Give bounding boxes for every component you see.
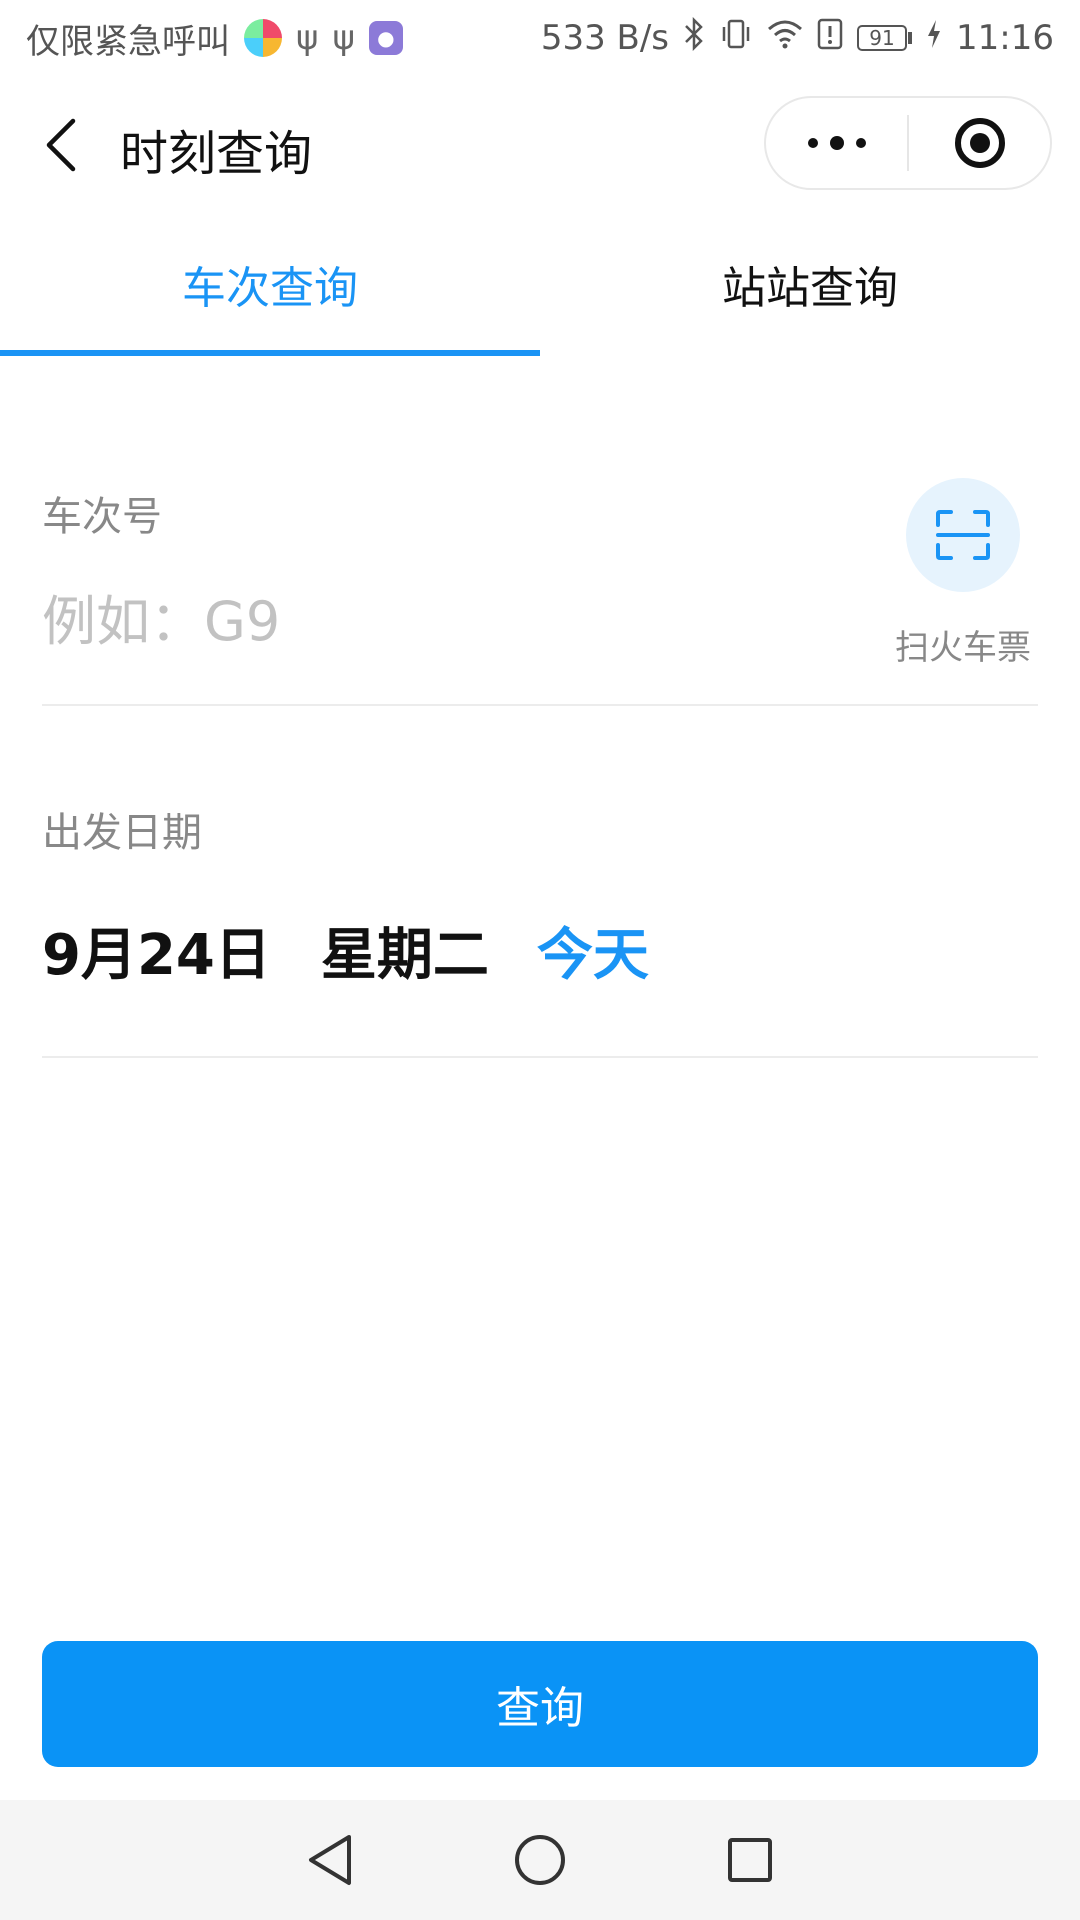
query-button[interactable]: 查询	[42, 1641, 1038, 1767]
recents-square-icon	[728, 1838, 772, 1882]
date-text: 9月24日	[42, 923, 271, 988]
more-icon	[807, 136, 866, 150]
vibrate-icon	[719, 17, 753, 60]
carrier-text: 仅限紧急呼叫	[26, 21, 230, 62]
status-right: 533 B/s 91 11:16	[540, 16, 1054, 60]
back-icon	[46, 118, 76, 172]
tab-bar: 车次查询 站站查询	[0, 214, 1080, 356]
usb-icon: ψ	[332, 18, 355, 58]
train-number-section: 车次号 扫火车票	[42, 470, 1038, 706]
weekday-text: 星期二	[320, 923, 489, 988]
app-icon: ●	[368, 21, 403, 55]
tab-label: 车次查询	[182, 263, 358, 314]
status-left: 仅限紧急呼叫 ψ ψ ●	[26, 14, 403, 63]
system-nav-bar	[0, 1800, 1080, 1920]
back-triangle-icon	[309, 1835, 351, 1885]
system-home-button[interactable]	[510, 1830, 570, 1890]
system-back-button[interactable]	[300, 1830, 360, 1890]
tab-indicator	[0, 350, 540, 356]
scan-ticket-label: 扫火车票	[895, 628, 1031, 668]
departure-date-label: 出发日期	[42, 810, 202, 856]
close-target-icon	[954, 118, 1005, 168]
home-circle-icon	[515, 1835, 565, 1885]
system-recents-button[interactable]	[720, 1830, 780, 1890]
charging-icon	[926, 18, 942, 58]
wifi-icon	[767, 18, 803, 58]
menu-capsule	[764, 96, 1052, 190]
scan-icon	[936, 510, 990, 560]
battery-level: 91	[857, 25, 908, 51]
alert-icon	[817, 17, 843, 60]
more-button[interactable]	[766, 98, 907, 188]
page-title: 时刻查询	[120, 126, 313, 182]
tab-station-query[interactable]: 站站查询	[540, 214, 1080, 354]
scan-circle	[906, 478, 1020, 592]
train-number-label: 车次号	[42, 494, 162, 540]
scan-ticket-button[interactable]: 扫火车票	[888, 478, 1038, 669]
clock: 11:16	[956, 18, 1054, 58]
status-bar: 仅限紧急呼叫 ψ ψ ● 533 B/s 91 11:16	[0, 0, 1080, 76]
nav-bar: 时刻查询	[0, 76, 1080, 214]
app-icon	[244, 19, 282, 57]
usb-icon: ψ	[296, 18, 319, 58]
today-badge: 今天	[536, 923, 649, 988]
network-speed: 533 B/s	[540, 18, 670, 58]
tab-label: 站站查询	[722, 263, 898, 314]
departure-date-value[interactable]: 9月24日 星期二 今天	[42, 910, 649, 991]
back-button[interactable]	[36, 112, 86, 178]
bluetooth-icon	[683, 16, 705, 60]
departure-date-section[interactable]: 出发日期 9月24日 星期二 今天	[42, 790, 1038, 1058]
close-button[interactable]	[909, 98, 1050, 188]
train-number-input[interactable]	[42, 590, 862, 653]
battery-icon: 91	[857, 25, 913, 51]
tab-train-query[interactable]: 车次查询	[0, 214, 540, 356]
